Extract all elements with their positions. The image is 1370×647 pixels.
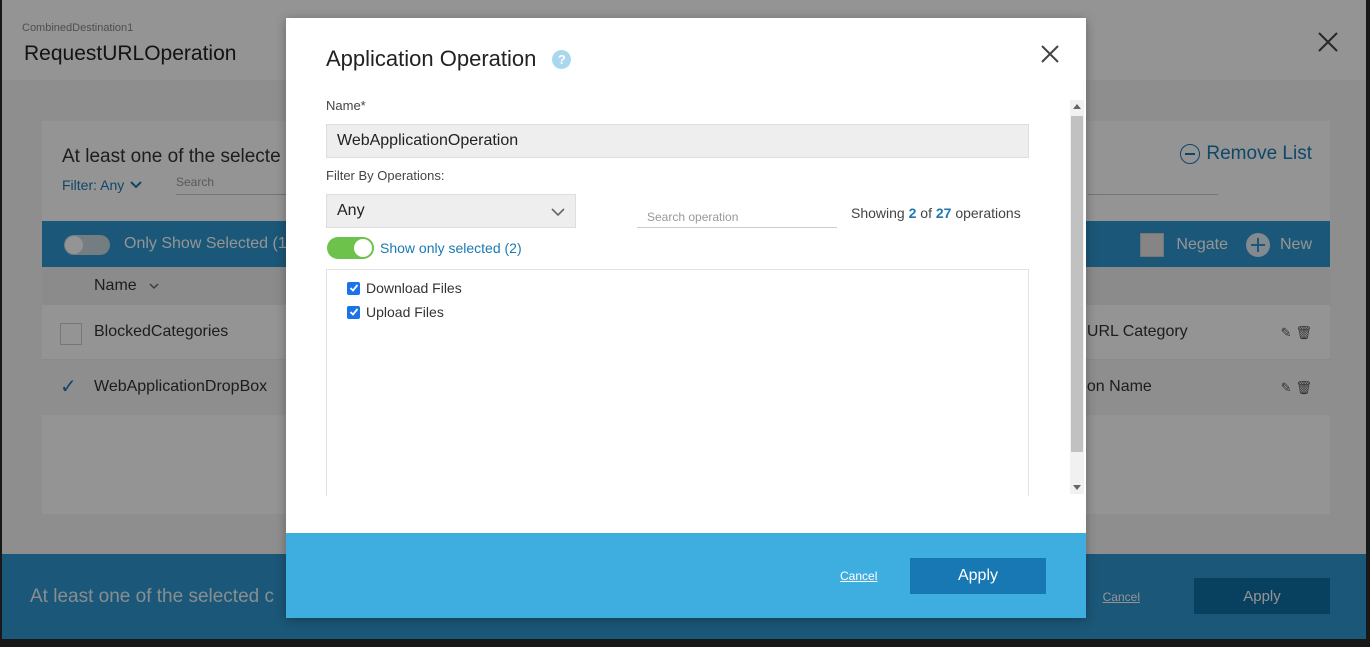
operation-checkbox[interactable] — [347, 281, 360, 295]
dialog-scrollbar[interactable] — [1070, 100, 1084, 494]
scroll-up-icon[interactable] — [1073, 104, 1081, 109]
dialog-body: Name* Filter By Operations: Any Showing … — [286, 96, 1086, 496]
show-only-selected-toggle[interactable] — [327, 237, 374, 259]
chevron-down-icon — [551, 208, 565, 217]
help-icon[interactable]: ? — [552, 49, 572, 69]
application-operation-dialog: Application Operation ? Name* Filter By … — [286, 18, 1086, 618]
filter-operations-select[interactable]: Any — [326, 194, 576, 228]
scrollbar-thumb[interactable] — [1071, 116, 1083, 452]
operation-label: Upload Files — [366, 304, 444, 320]
filter-operations-value: Any — [337, 202, 365, 219]
operations-list: Download Files Upload Files — [326, 269, 1029, 496]
dialog-footer: Cancel Apply — [286, 533, 1086, 618]
name-label: Name* — [326, 98, 366, 113]
cancel-button[interactable]: Cancel — [840, 569, 877, 583]
name-input[interactable] — [326, 124, 1029, 158]
apply-button[interactable]: Apply — [910, 558, 1046, 594]
scroll-down-icon[interactable] — [1073, 485, 1081, 490]
checkmark-icon — [349, 284, 358, 292]
selected-count: 2 — [908, 205, 917, 221]
total-count: 27 — [935, 205, 952, 221]
list-item[interactable]: Upload Files — [347, 304, 444, 320]
operation-label: Download Files — [366, 280, 462, 296]
operation-checkbox[interactable] — [347, 305, 360, 319]
showing-count: Showing 2 of 27 operations — [851, 205, 1021, 221]
list-item[interactable]: Download Files — [347, 280, 462, 296]
search-operation-input[interactable] — [637, 206, 837, 228]
checkmark-icon — [349, 308, 358, 316]
dialog-title-text: Application Operation — [326, 46, 537, 71]
filter-operations-label: Filter By Operations: — [326, 168, 445, 183]
close-icon[interactable] — [1040, 44, 1060, 64]
show-only-selected-label[interactable]: Show only selected (2) — [380, 240, 522, 256]
dialog-title: Application Operation ? — [326, 46, 572, 72]
